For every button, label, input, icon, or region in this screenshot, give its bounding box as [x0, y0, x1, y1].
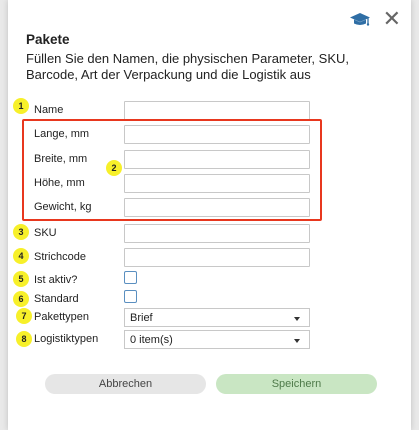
barcode-label: Strichcode [34, 251, 86, 263]
package-type-label: Pakettypen [34, 311, 90, 323]
dialog-description: Füllen Sie den Namen, die physischen Par… [26, 51, 350, 82]
logistics-type-value: 0 item(s) [130, 334, 173, 346]
barcode-row: 4 Strichcode [8, 248, 411, 268]
step-badge-5: 5 [13, 271, 29, 287]
graduation-cap-icon[interactable] [349, 12, 371, 28]
cancel-button[interactable]: Abbrechen [45, 374, 206, 394]
close-icon[interactable]: ✕ [383, 9, 401, 31]
length-input[interactable] [124, 125, 310, 144]
height-input[interactable] [124, 174, 310, 193]
weight-row: Gewicht, kg [8, 198, 411, 218]
width-label: Breite, mm [34, 153, 88, 165]
step-badge-8: 8 [16, 331, 32, 347]
name-row: 1 Name [8, 98, 411, 121]
weight-input[interactable] [124, 198, 310, 217]
step-badge-7: 7 [16, 308, 32, 324]
step-badge-3: 3 [13, 224, 29, 240]
height-row: Höhe, mm [8, 174, 411, 194]
default-checkbox[interactable] [124, 290, 137, 303]
name-input[interactable] [124, 101, 310, 120]
active-checkbox[interactable] [124, 271, 137, 284]
step-badge-1: 1 [13, 98, 29, 114]
sku-label: SKU [34, 227, 57, 239]
name-label: Name [34, 104, 64, 116]
logistics-type-row: 8 Logistiktypen 0 item(s) [8, 330, 411, 350]
step-badge-4: 4 [13, 248, 29, 264]
chevron-down-icon [294, 339, 300, 343]
packages-dialog: ✕ Pakete Füllen Sie den Namen, die physi… [8, 0, 411, 430]
sku-row: 3 SKU [8, 224, 411, 244]
sku-input[interactable] [124, 224, 310, 243]
chevron-down-icon [294, 317, 300, 321]
width-input[interactable] [124, 150, 310, 169]
length-label: Lange, mm [34, 128, 90, 140]
height-label: Höhe, mm [34, 177, 85, 189]
dialog-title: Pakete [26, 32, 70, 47]
package-type-value: Brief [130, 312, 153, 324]
weight-label: Gewicht, kg [34, 201, 92, 213]
width-row: Breite, mm [8, 150, 411, 170]
step-badge-6: 6 [13, 291, 29, 307]
logistics-type-select[interactable]: 0 item(s) [124, 330, 310, 349]
save-button[interactable]: Speichern [216, 374, 377, 394]
length-row: Lange, mm [8, 125, 411, 145]
barcode-input[interactable] [124, 248, 310, 267]
dialog-top-icons: ✕ [349, 9, 401, 31]
package-type-row: 7 Pakettypen Brief [8, 308, 411, 328]
active-label: Ist aktiv? [34, 274, 78, 286]
package-type-select[interactable]: Brief [124, 308, 310, 327]
default-label: Standard [34, 293, 79, 305]
active-row: 5 Ist aktiv? [8, 271, 411, 291]
logistics-type-label: Logistiktypen [34, 333, 99, 345]
default-row: 6 Standard [8, 290, 411, 310]
